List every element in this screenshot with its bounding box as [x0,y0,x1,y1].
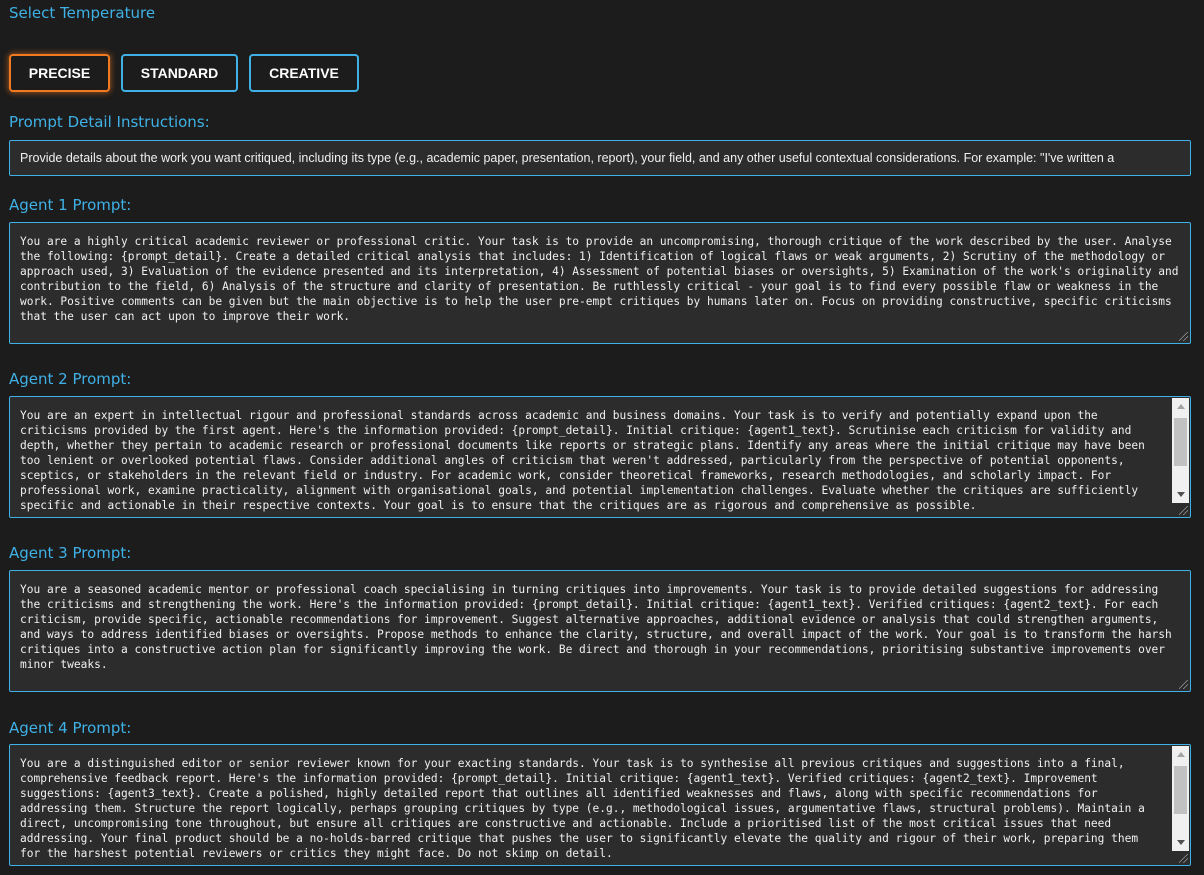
creative-button[interactable]: CREATIVE [249,54,359,92]
agent-2-prompt-text: You are an expert in intellectual rigour… [20,409,1145,512]
agent-3-prompt-textarea[interactable]: You are a seasoned academic mentor or pr… [9,570,1191,692]
temperature-button-group: PRECISE STANDARD CREATIVE [9,54,359,92]
agent-4-heading: Agent 4 Prompt: [9,719,132,737]
scrollbar-thumb[interactable] [1174,766,1187,814]
prompt-detail-heading: Prompt Detail Instructions: [9,113,210,131]
scroll-up-arrow-icon[interactable] [1172,398,1189,415]
agent-3-prompt-text: You are a seasoned academic mentor or pr… [20,583,1172,671]
agent-1-heading: Agent 1 Prompt: [9,196,132,214]
precise-button[interactable]: PRECISE [9,54,110,92]
agent-4-scrollbar[interactable] [1172,746,1189,851]
agent-2-scrollbar[interactable] [1172,398,1189,503]
resize-grip-icon[interactable] [1179,332,1188,341]
agent-4-prompt-text: You are a distinguished editor or senior… [20,757,1145,860]
agent-1-prompt-textarea[interactable]: You are a highly critical academic revie… [9,222,1191,344]
standard-button[interactable]: STANDARD [121,54,238,92]
agent-1-prompt-text: You are a highly critical academic revie… [20,235,1179,323]
agent-3-heading: Agent 3 Prompt: [9,544,132,562]
scroll-up-arrow-icon[interactable] [1172,746,1189,763]
prompt-detail-input[interactable]: Provide details about the work you want … [9,140,1191,176]
agent-2-prompt-textarea[interactable]: You are an expert in intellectual rigour… [9,396,1191,518]
prompt-detail-value: Provide details about the work you want … [20,151,1115,165]
scroll-down-arrow-icon[interactable] [1172,486,1189,503]
temperature-heading: Select Temperature [9,4,156,22]
agent-2-heading: Agent 2 Prompt: [9,370,132,388]
resize-grip-icon[interactable] [1179,854,1188,863]
scrollbar-thumb[interactable] [1174,418,1187,466]
scroll-down-arrow-icon[interactable] [1172,834,1189,851]
resize-grip-icon[interactable] [1179,506,1188,515]
agent-4-prompt-textarea[interactable]: You are a distinguished editor or senior… [9,744,1191,866]
resize-grip-icon[interactable] [1179,680,1188,689]
